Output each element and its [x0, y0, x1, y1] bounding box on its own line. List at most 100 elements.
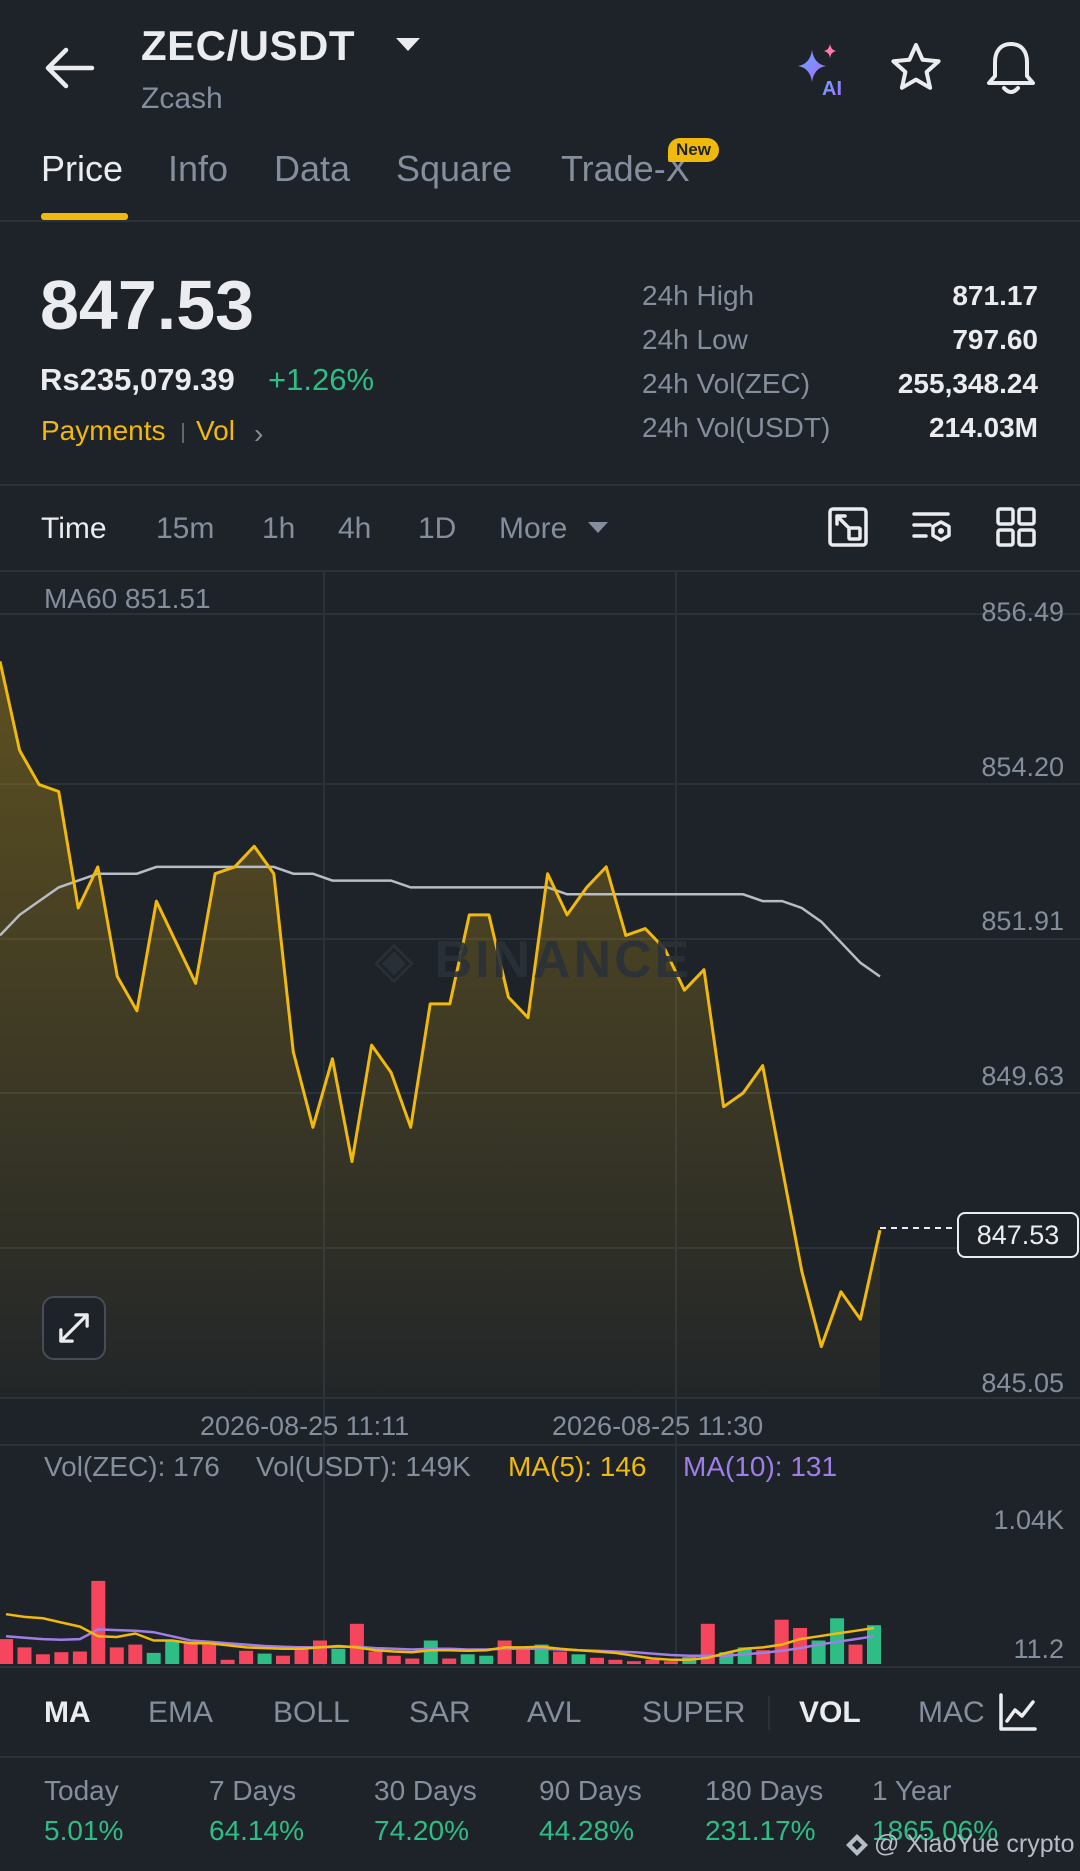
perf-value: 5.01% [44, 1815, 124, 1846]
volume-bar [405, 1658, 420, 1664]
volume-bar [663, 1661, 678, 1664]
divider [0, 1666, 1080, 1668]
volume-bar [423, 1640, 438, 1664]
divider [0, 220, 1080, 222]
tab-square[interactable]: Square [396, 148, 512, 190]
binance-watermark: ◈ BINANCE [374, 931, 693, 989]
diamond-logo-icon [846, 1834, 868, 1856]
pair-dropdown-caret-icon[interactable] [396, 38, 420, 51]
layout-grid-icon[interactable] [994, 505, 1038, 549]
volume-bar [626, 1661, 641, 1664]
volume-bar [17, 1647, 32, 1664]
volume-bar [867, 1625, 881, 1664]
indicator-avl[interactable]: AVL [527, 1696, 581, 1730]
volume-bar [608, 1659, 623, 1664]
watermark-credit: @ XiaoYue crypto [874, 1830, 1075, 1858]
interval-15m[interactable]: 15m [156, 512, 214, 546]
indicator-super[interactable]: SUPER [642, 1696, 745, 1730]
perf-value: 44.28% [539, 1815, 634, 1846]
volume-bar [479, 1655, 494, 1664]
volume-bar [386, 1655, 401, 1664]
volume-bar [460, 1654, 475, 1664]
volume-bar [645, 1659, 660, 1664]
indicator-ma[interactable]: MA [44, 1696, 91, 1730]
volume-bar [313, 1640, 327, 1664]
volume-bar [72, 1651, 87, 1664]
vol-y-tick-label: 11.2 [1013, 1634, 1064, 1664]
perf-label: Today [44, 1775, 119, 1806]
ai-sparkle-icon[interactable]: AI [790, 40, 850, 100]
volume-bar [848, 1644, 863, 1664]
interval-1d[interactable]: 1D [418, 512, 456, 546]
interval-1h[interactable]: 1h [262, 512, 295, 546]
ma60-label: MA60 851.51 [44, 583, 211, 614]
y-tick-label: 854.20 [981, 752, 1064, 782]
y-tick-label: 849.63 [981, 1061, 1064, 1091]
indicator-vol[interactable]: VOL [799, 1696, 861, 1730]
svg-text:AI: AI [822, 78, 842, 100]
bell-icon[interactable] [982, 38, 1040, 98]
volume-bar [590, 1657, 604, 1664]
perf-value: 64.14% [209, 1815, 304, 1846]
perf-label: 1 Year [872, 1775, 952, 1806]
indicator-ema[interactable]: EMA [148, 1696, 213, 1730]
price-change-percent: +1.26% [268, 362, 375, 397]
chart-settings-icon[interactable] [910, 505, 954, 549]
volume-bar [128, 1644, 143, 1664]
volume-bar [91, 1580, 106, 1664]
active-tab-indicator [41, 213, 128, 220]
chevron-right-icon[interactable]: › [254, 418, 263, 450]
star-icon[interactable] [888, 40, 944, 96]
tab-price[interactable]: Price [41, 148, 123, 190]
divider [0, 1444, 1080, 1446]
expand-arrows-icon [59, 1313, 89, 1343]
interval-time[interactable]: Time [41, 512, 107, 546]
volume-bar [0, 1639, 13, 1664]
volume-bar [571, 1654, 586, 1664]
back-arrow-icon[interactable] [40, 40, 100, 96]
perf-label: 7 Days [209, 1775, 297, 1806]
perf-label: 90 Days [539, 1775, 642, 1806]
indicator-boll[interactable]: BOLL [273, 1696, 350, 1730]
pair-title[interactable]: ZEC/USDT [141, 22, 355, 70]
coin-name: Zcash [141, 82, 223, 115]
vol-y-tick-label: 1.04K [993, 1505, 1064, 1535]
volume-bar [54, 1652, 69, 1664]
volume-bar [239, 1650, 254, 1664]
volume-bar [109, 1647, 124, 1664]
tab-data[interactable]: Data [274, 148, 350, 190]
vol-usdt-legend: Vol(USDT): 149K [256, 1451, 471, 1482]
more-caret-icon[interactable] [588, 522, 608, 533]
current-price-tag: 847.53 [957, 1212, 1079, 1258]
indicator-sar[interactable]: SAR [409, 1696, 471, 1730]
volume-bar [165, 1640, 180, 1664]
perf-value: 231.17% [705, 1815, 816, 1846]
volume-bar [202, 1644, 217, 1664]
volume-bar [35, 1654, 50, 1664]
volume-bar [146, 1652, 161, 1664]
tab-info[interactable]: Info [168, 148, 228, 190]
stat-value-24h-low: 797.60 [952, 324, 1038, 355]
indicator-separator [768, 1696, 770, 1730]
divider [0, 1756, 1080, 1758]
new-badge: New [668, 138, 719, 162]
volume-bar [368, 1651, 383, 1664]
price-chart[interactable] [0, 570, 1080, 1670]
indicator-mac[interactable]: MAC [918, 1696, 985, 1730]
tag-payments[interactable]: Payments [41, 415, 166, 447]
x-tick-label: 2026-08-25 11:11 [200, 1411, 410, 1441]
volume-bar [553, 1651, 567, 1664]
x-tick-label: 2026-08-25 11:30 [552, 1411, 764, 1441]
interval-more[interactable]: More [499, 512, 567, 546]
interval-4h[interactable]: 4h [338, 512, 371, 546]
tag-separator [182, 423, 184, 443]
indicator-settings-icon[interactable] [996, 1690, 1040, 1734]
fullscreen-expand-button[interactable] [42, 1296, 106, 1360]
y-tick-label: 856.49 [981, 597, 1064, 627]
volume-bar [183, 1643, 198, 1664]
chart-mode-icon[interactable] [826, 505, 870, 549]
tag-vol[interactable]: Vol [196, 415, 235, 447]
stat-label-24h-low: 24h Low [642, 324, 748, 355]
stat-label-24h-vol-usdt: 24h Vol(USDT) [642, 412, 831, 443]
vol-zec-legend: Vol(ZEC): 176 [44, 1451, 220, 1482]
